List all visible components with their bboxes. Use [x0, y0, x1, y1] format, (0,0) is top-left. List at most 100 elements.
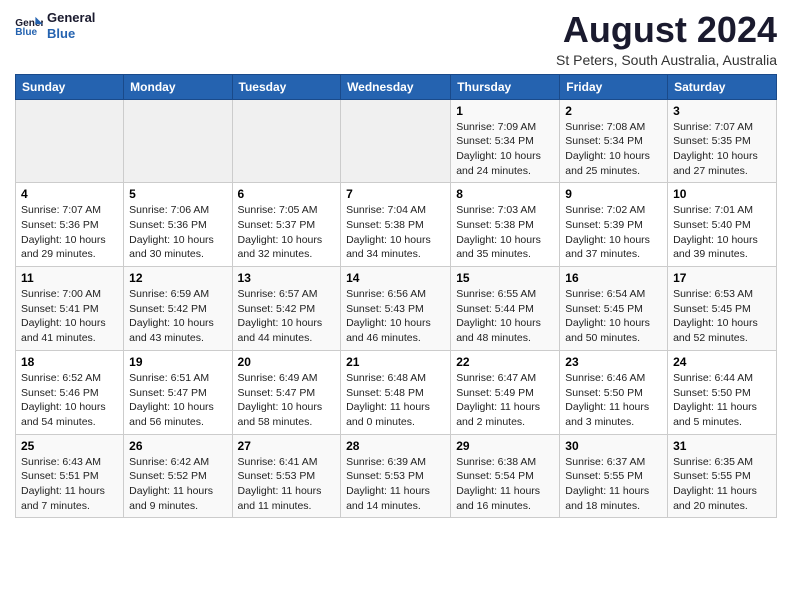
day-info: Sunrise: 6:44 AM Sunset: 5:50 PM Dayligh…: [673, 371, 771, 430]
day-number: 25: [21, 439, 118, 453]
day-number: 28: [346, 439, 445, 453]
weekday-header-sunday: Sunday: [16, 74, 124, 99]
day-info: Sunrise: 6:38 AM Sunset: 5:54 PM Dayligh…: [456, 455, 554, 514]
calendar-cell: 31 Sunrise: 6:35 AM Sunset: 5:55 PM Dayli…: [668, 434, 777, 518]
calendar-cell: 15 Sunrise: 6:55 AM Sunset: 5:44 PM Dayli…: [451, 267, 560, 351]
calendar-cell: 20 Sunrise: 6:49 AM Sunset: 5:47 PM Dayli…: [232, 350, 341, 434]
day-number: 1: [456, 104, 554, 118]
day-number: 31: [673, 439, 771, 453]
day-info: Sunrise: 6:47 AM Sunset: 5:49 PM Dayligh…: [456, 371, 554, 430]
day-number: 30: [565, 439, 662, 453]
weekday-header-saturday: Saturday: [668, 74, 777, 99]
calendar-cell: 7Sunrise: 7:04 AM Sunset: 5:38 PM Daylig…: [341, 183, 451, 267]
day-number: 17: [673, 271, 771, 285]
logo-line2: Blue: [47, 26, 95, 42]
weekday-row: SundayMondayTuesdayWednesdayThursdayFrid…: [16, 74, 777, 99]
calendar-week-1: 1 Sunrise: 7:09 AM Sunset: 5:34 PM Daylig…: [16, 99, 777, 183]
calendar-cell: 9 Sunrise: 7:02 AM Sunset: 5:39 PM Daylig…: [560, 183, 668, 267]
day-info: Sunrise: 7:08 AM Sunset: 5:34 PM Dayligh…: [565, 120, 662, 179]
day-number: 16: [565, 271, 662, 285]
calendar-header: SundayMondayTuesdayWednesdayThursdayFrid…: [16, 74, 777, 99]
day-number: 10: [673, 187, 771, 201]
calendar-cell: 8Sunrise: 7:03 AM Sunset: 5:38 PM Daylig…: [451, 183, 560, 267]
day-info: Sunrise: 7:07 AM Sunset: 5:35 PM Dayligh…: [673, 120, 771, 179]
calendar-week-5: 25 Sunrise: 6:43 AM Sunset: 5:51 PM Dayli…: [16, 434, 777, 518]
day-info: Sunrise: 6:42 AM Sunset: 5:52 PM Dayligh…: [129, 455, 226, 514]
logo-line1: General: [47, 10, 95, 26]
day-info: Sunrise: 6:59 AM Sunset: 5:42 PM Dayligh…: [129, 287, 226, 346]
logo-icon: General Blue: [15, 15, 43, 37]
day-number: 20: [238, 355, 336, 369]
day-number: 2: [565, 104, 662, 118]
weekday-header-tuesday: Tuesday: [232, 74, 341, 99]
calendar-cell: 1 Sunrise: 7:09 AM Sunset: 5:34 PM Daylig…: [451, 99, 560, 183]
day-info: Sunrise: 6:46 AM Sunset: 5:50 PM Dayligh…: [565, 371, 662, 430]
calendar-cell: 6Sunrise: 7:05 AM Sunset: 5:37 PM Daylig…: [232, 183, 341, 267]
day-number: 23: [565, 355, 662, 369]
calendar-cell: 10 Sunrise: 7:01 AM Sunset: 5:40 PM Dayli…: [668, 183, 777, 267]
day-info: Sunrise: 6:39 AM Sunset: 5:53 PM Dayligh…: [346, 455, 445, 514]
day-info: Sunrise: 7:00 AM Sunset: 5:41 PM Dayligh…: [21, 287, 118, 346]
page-header: General Blue General Blue August 2024 St…: [15, 10, 777, 68]
calendar-cell: 4 Sunrise: 7:07 AM Sunset: 5:36 PM Daylig…: [16, 183, 124, 267]
day-number: 4: [21, 187, 118, 201]
calendar-week-4: 18 Sunrise: 6:52 AM Sunset: 5:46 PM Dayli…: [16, 350, 777, 434]
weekday-header-thursday: Thursday: [451, 74, 560, 99]
day-info: Sunrise: 7:03 AM Sunset: 5:38 PM Dayligh…: [456, 203, 554, 262]
calendar-cell: 3Sunrise: 7:07 AM Sunset: 5:35 PM Daylig…: [668, 99, 777, 183]
day-info: Sunrise: 7:01 AM Sunset: 5:40 PM Dayligh…: [673, 203, 771, 262]
calendar-cell: 28 Sunrise: 6:39 AM Sunset: 5:53 PM Dayli…: [341, 434, 451, 518]
calendar-cell: 13Sunrise: 6:57 AM Sunset: 5:42 PM Dayli…: [232, 267, 341, 351]
day-number: 19: [129, 355, 226, 369]
calendar-cell: [341, 99, 451, 183]
day-number: 9: [565, 187, 662, 201]
weekday-header-wednesday: Wednesday: [341, 74, 451, 99]
day-info: Sunrise: 7:02 AM Sunset: 5:39 PM Dayligh…: [565, 203, 662, 262]
day-number: 18: [21, 355, 118, 369]
calendar-cell: 24 Sunrise: 6:44 AM Sunset: 5:50 PM Dayli…: [668, 350, 777, 434]
day-number: 27: [238, 439, 336, 453]
calendar-cell: 22Sunrise: 6:47 AM Sunset: 5:49 PM Dayli…: [451, 350, 560, 434]
day-info: Sunrise: 6:56 AM Sunset: 5:43 PM Dayligh…: [346, 287, 445, 346]
day-info: Sunrise: 6:43 AM Sunset: 5:51 PM Dayligh…: [21, 455, 118, 514]
calendar-cell: 29 Sunrise: 6:38 AM Sunset: 5:54 PM Dayli…: [451, 434, 560, 518]
location-title: St Peters, South Australia, Australia: [556, 52, 777, 68]
calendar-cell: 2 Sunrise: 7:08 AM Sunset: 5:34 PM Daylig…: [560, 99, 668, 183]
day-number: 21: [346, 355, 445, 369]
calendar-cell: [232, 99, 341, 183]
day-number: 24: [673, 355, 771, 369]
day-info: Sunrise: 6:35 AM Sunset: 5:55 PM Dayligh…: [673, 455, 771, 514]
day-info: Sunrise: 7:05 AM Sunset: 5:37 PM Dayligh…: [238, 203, 336, 262]
day-info: Sunrise: 6:37 AM Sunset: 5:55 PM Dayligh…: [565, 455, 662, 514]
calendar-cell: [124, 99, 232, 183]
calendar-cell: 26 Sunrise: 6:42 AM Sunset: 5:52 PM Dayli…: [124, 434, 232, 518]
calendar-cell: 23 Sunrise: 6:46 AM Sunset: 5:50 PM Dayli…: [560, 350, 668, 434]
day-info: Sunrise: 6:49 AM Sunset: 5:47 PM Dayligh…: [238, 371, 336, 430]
day-number: 26: [129, 439, 226, 453]
day-info: Sunrise: 6:55 AM Sunset: 5:44 PM Dayligh…: [456, 287, 554, 346]
calendar-cell: 21 Sunrise: 6:48 AM Sunset: 5:48 PM Dayli…: [341, 350, 451, 434]
calendar-cell: 17 Sunrise: 6:53 AM Sunset: 5:45 PM Dayli…: [668, 267, 777, 351]
svg-text:Blue: Blue: [15, 27, 37, 37]
title-area: August 2024 St Peters, South Australia, …: [556, 10, 777, 68]
calendar-body: 1 Sunrise: 7:09 AM Sunset: 5:34 PM Daylig…: [16, 99, 777, 518]
day-info: Sunrise: 7:09 AM Sunset: 5:34 PM Dayligh…: [456, 120, 554, 179]
calendar-cell: 30 Sunrise: 6:37 AM Sunset: 5:55 PM Dayli…: [560, 434, 668, 518]
calendar-cell: [16, 99, 124, 183]
day-number: 29: [456, 439, 554, 453]
calendar-cell: 11Sunrise: 7:00 AM Sunset: 5:41 PM Dayli…: [16, 267, 124, 351]
day-info: Sunrise: 7:07 AM Sunset: 5:36 PM Dayligh…: [21, 203, 118, 262]
calendar-cell: 14 Sunrise: 6:56 AM Sunset: 5:43 PM Dayli…: [341, 267, 451, 351]
day-number: 15: [456, 271, 554, 285]
day-number: 13: [238, 271, 336, 285]
day-info: Sunrise: 6:48 AM Sunset: 5:48 PM Dayligh…: [346, 371, 445, 430]
day-info: Sunrise: 6:52 AM Sunset: 5:46 PM Dayligh…: [21, 371, 118, 430]
day-info: Sunrise: 6:51 AM Sunset: 5:47 PM Dayligh…: [129, 371, 226, 430]
day-info: Sunrise: 7:06 AM Sunset: 5:36 PM Dayligh…: [129, 203, 226, 262]
calendar-cell: 18 Sunrise: 6:52 AM Sunset: 5:46 PM Dayli…: [16, 350, 124, 434]
day-number: 14: [346, 271, 445, 285]
day-info: Sunrise: 6:53 AM Sunset: 5:45 PM Dayligh…: [673, 287, 771, 346]
logo: General Blue General Blue: [15, 10, 95, 41]
calendar-week-3: 11Sunrise: 7:00 AM Sunset: 5:41 PM Dayli…: [16, 267, 777, 351]
day-number: 12: [129, 271, 226, 285]
